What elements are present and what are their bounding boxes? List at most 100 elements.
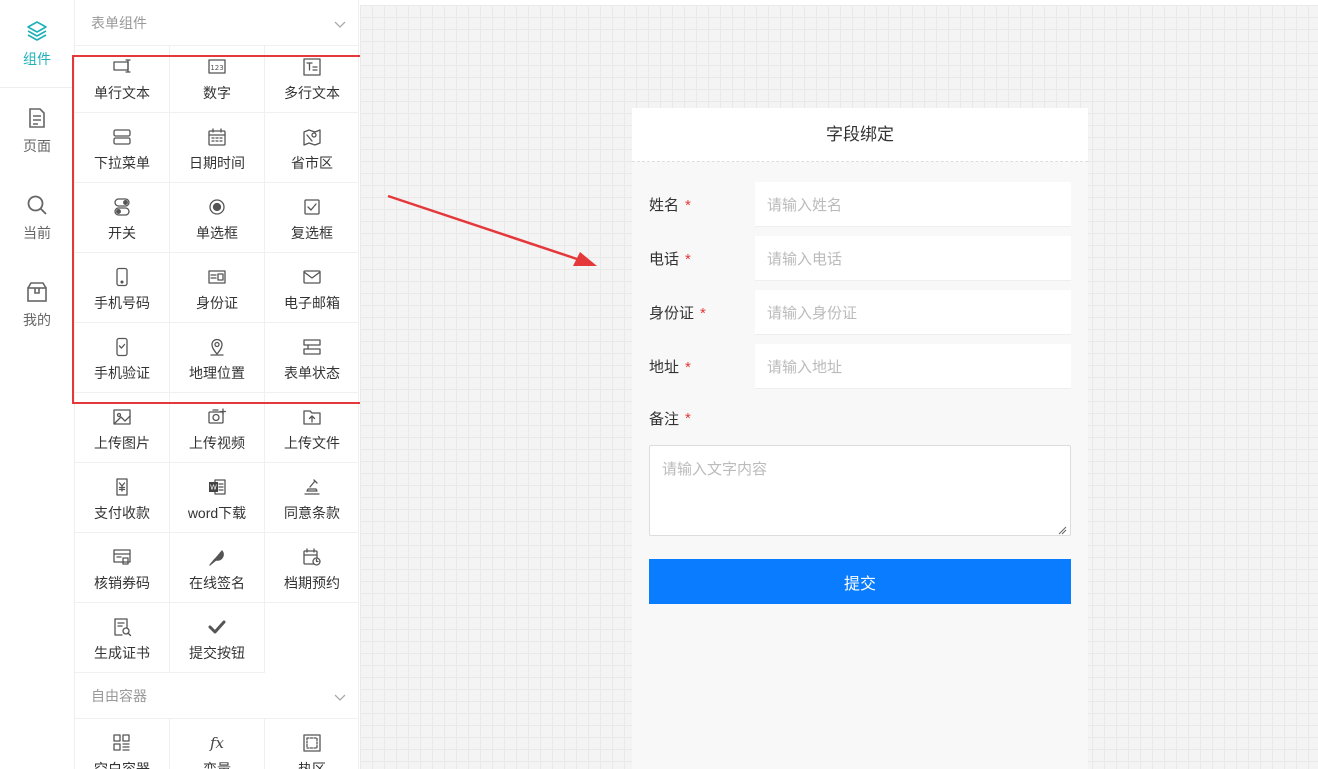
free-containers-grid: 空白容器 fx 变量 热区 bbox=[75, 718, 358, 769]
phone-header: 字段绑定 bbox=[632, 108, 1088, 162]
nav-item-components[interactable]: 组件 bbox=[0, 0, 74, 87]
component-item[interactable]: Wword下载 bbox=[170, 463, 265, 533]
component-label: 上传文件 bbox=[284, 435, 340, 451]
nav-divider bbox=[0, 87, 75, 88]
field-label: 地址 * bbox=[649, 359, 691, 376]
component-item[interactable]: 上传文件 bbox=[265, 393, 358, 463]
component-item[interactable]: 复选框 bbox=[265, 183, 358, 253]
component-label: 多行文本 bbox=[284, 85, 340, 101]
component-item[interactable]: 地理位置 bbox=[170, 323, 265, 393]
nav-item-current[interactable]: 当前 bbox=[0, 174, 74, 261]
component-item[interactable]: 提交按钮 bbox=[170, 603, 265, 673]
component-item[interactable]: 多行文本 bbox=[265, 46, 358, 113]
svg-text:123: 123 bbox=[210, 64, 223, 72]
component-item[interactable]: 手机号码 bbox=[75, 253, 170, 323]
form-row-id: 身份证 * 请输入身份证 bbox=[649, 290, 1071, 335]
component-item[interactable]: 档期预约 bbox=[265, 533, 358, 603]
component-item[interactable]: 同意条款 bbox=[265, 463, 358, 533]
component-label: 手机验证 bbox=[94, 365, 150, 381]
component-item[interactable]: 支付收款 bbox=[75, 463, 170, 533]
component-panel: 表单组件 单行文本 123 数字 多行文本下拉菜单 日期时间 省市区开关 单选框 复选框手机号… bbox=[75, 0, 359, 769]
component-label: 在线签名 bbox=[189, 575, 245, 591]
nav-label: 组件 bbox=[23, 50, 51, 67]
component-label: 开关 bbox=[108, 225, 136, 241]
name-input[interactable]: 请输入姓名 bbox=[755, 182, 1071, 227]
component-label: 日期时间 bbox=[189, 155, 245, 171]
component-item[interactable]: 123 数字 bbox=[170, 46, 265, 113]
component-label: 上传图片 bbox=[94, 435, 150, 451]
component-item[interactable]: 上传视频 bbox=[170, 393, 265, 463]
component-item[interactable]: 上传图片 bbox=[75, 393, 170, 463]
component-label: 单选框 bbox=[196, 225, 238, 241]
component-item[interactable]: 单行文本 bbox=[75, 46, 170, 113]
coupon-icon bbox=[112, 547, 132, 567]
schedule-icon bbox=[302, 547, 322, 567]
component-label: 生成证书 bbox=[94, 645, 150, 661]
phone-input[interactable]: 请输入电话 bbox=[755, 236, 1071, 281]
nav-item-mine[interactable]: 我的 bbox=[0, 261, 74, 348]
form-row-name: 姓名 * 请输入姓名 bbox=[649, 182, 1071, 227]
required-mark: * bbox=[685, 409, 691, 427]
map-region-icon bbox=[302, 127, 322, 147]
grid-icon bbox=[112, 733, 132, 753]
box-icon bbox=[25, 280, 49, 304]
component-item[interactable]: 下拉菜单 bbox=[75, 113, 170, 183]
upload-file-icon bbox=[302, 407, 322, 427]
form-status-icon bbox=[302, 337, 322, 357]
component-label: 同意条款 bbox=[284, 505, 340, 521]
address-input[interactable]: 请输入地址 bbox=[755, 344, 1071, 389]
component-label: 提交按钮 bbox=[189, 645, 245, 661]
component-item[interactable]: 单选框 bbox=[170, 183, 265, 253]
component-label: 支付收款 bbox=[94, 505, 150, 521]
component-label: 表单状态 bbox=[284, 365, 340, 381]
group-header-form[interactable]: 表单组件 bbox=[75, 0, 358, 45]
chevron-down-icon bbox=[334, 17, 346, 29]
word-icon: W bbox=[207, 477, 227, 497]
fx-icon: fx bbox=[207, 733, 227, 753]
component-label: 复选框 bbox=[291, 225, 333, 241]
id-card-input[interactable]: 请输入身份证 bbox=[755, 290, 1071, 335]
required-mark: * bbox=[685, 251, 691, 268]
component-item[interactable]: fx 变量 bbox=[170, 719, 265, 769]
component-label: 核销券码 bbox=[94, 575, 150, 591]
component-label: word下载 bbox=[187, 505, 247, 521]
required-mark: * bbox=[685, 197, 691, 214]
component-label: 空白容器 bbox=[94, 761, 150, 769]
component-item[interactable]: 热区 bbox=[265, 719, 358, 769]
submit-button[interactable]: 提交 bbox=[649, 559, 1071, 604]
component-item[interactable]: 在线签名 bbox=[170, 533, 265, 603]
form-row-address: 地址 * 请输入地址 bbox=[649, 344, 1071, 389]
component-item[interactable]: 手机验证 bbox=[75, 323, 170, 393]
group-header-free[interactable]: 自由容器 bbox=[75, 673, 358, 718]
component-item[interactable]: 开关 bbox=[75, 183, 170, 253]
mobile-icon bbox=[112, 267, 132, 287]
checkbox-icon bbox=[302, 197, 322, 217]
component-item[interactable]: 生成证书 bbox=[75, 603, 170, 673]
switch-icon bbox=[112, 197, 132, 217]
note-textarea[interactable]: 请输入文字内容 bbox=[649, 445, 1071, 536]
nav-label: 页面 bbox=[23, 137, 51, 154]
resize-grip-icon[interactable] bbox=[1057, 522, 1067, 535]
nav-label: 我的 bbox=[23, 311, 51, 328]
component-label: 变量 bbox=[203, 761, 231, 769]
upload-video-icon bbox=[207, 407, 227, 427]
bound-form: 姓名 * 请输入姓名 电话 * 请输入电话 身份证 * 请输入身份证 地址 * 请输入地… bbox=[632, 162, 1088, 604]
payment-icon bbox=[112, 477, 132, 497]
component-item[interactable]: 电子邮箱 bbox=[265, 253, 358, 323]
dropdown-icon bbox=[112, 127, 132, 147]
form-components-grid: 单行文本 123 数字 多行文本下拉菜单 日期时间 省市区开关 单选框 复选框手机号码 身份证 电… bbox=[75, 45, 358, 673]
multi-line-text-icon bbox=[302, 57, 322, 77]
component-item[interactable]: 身份证 bbox=[170, 253, 265, 323]
note-placeholder: 请输入文字内容 bbox=[662, 461, 768, 478]
component-item[interactable]: 日期时间 bbox=[170, 113, 265, 183]
form-row-phone: 电话 * 请输入电话 bbox=[649, 236, 1071, 281]
component-item[interactable]: 表单状态 bbox=[265, 323, 358, 393]
component-label: 档期预约 bbox=[284, 575, 340, 591]
nav-item-pages[interactable]: 页面 bbox=[0, 87, 74, 174]
required-mark: * bbox=[700, 305, 706, 322]
component-item[interactable]: 空白容器 bbox=[75, 719, 170, 769]
svg-text:fx: fx bbox=[209, 734, 225, 752]
component-item[interactable]: 省市区 bbox=[265, 113, 358, 183]
component-item[interactable]: 核销券码 bbox=[75, 533, 170, 603]
upload-image-icon bbox=[112, 407, 132, 427]
